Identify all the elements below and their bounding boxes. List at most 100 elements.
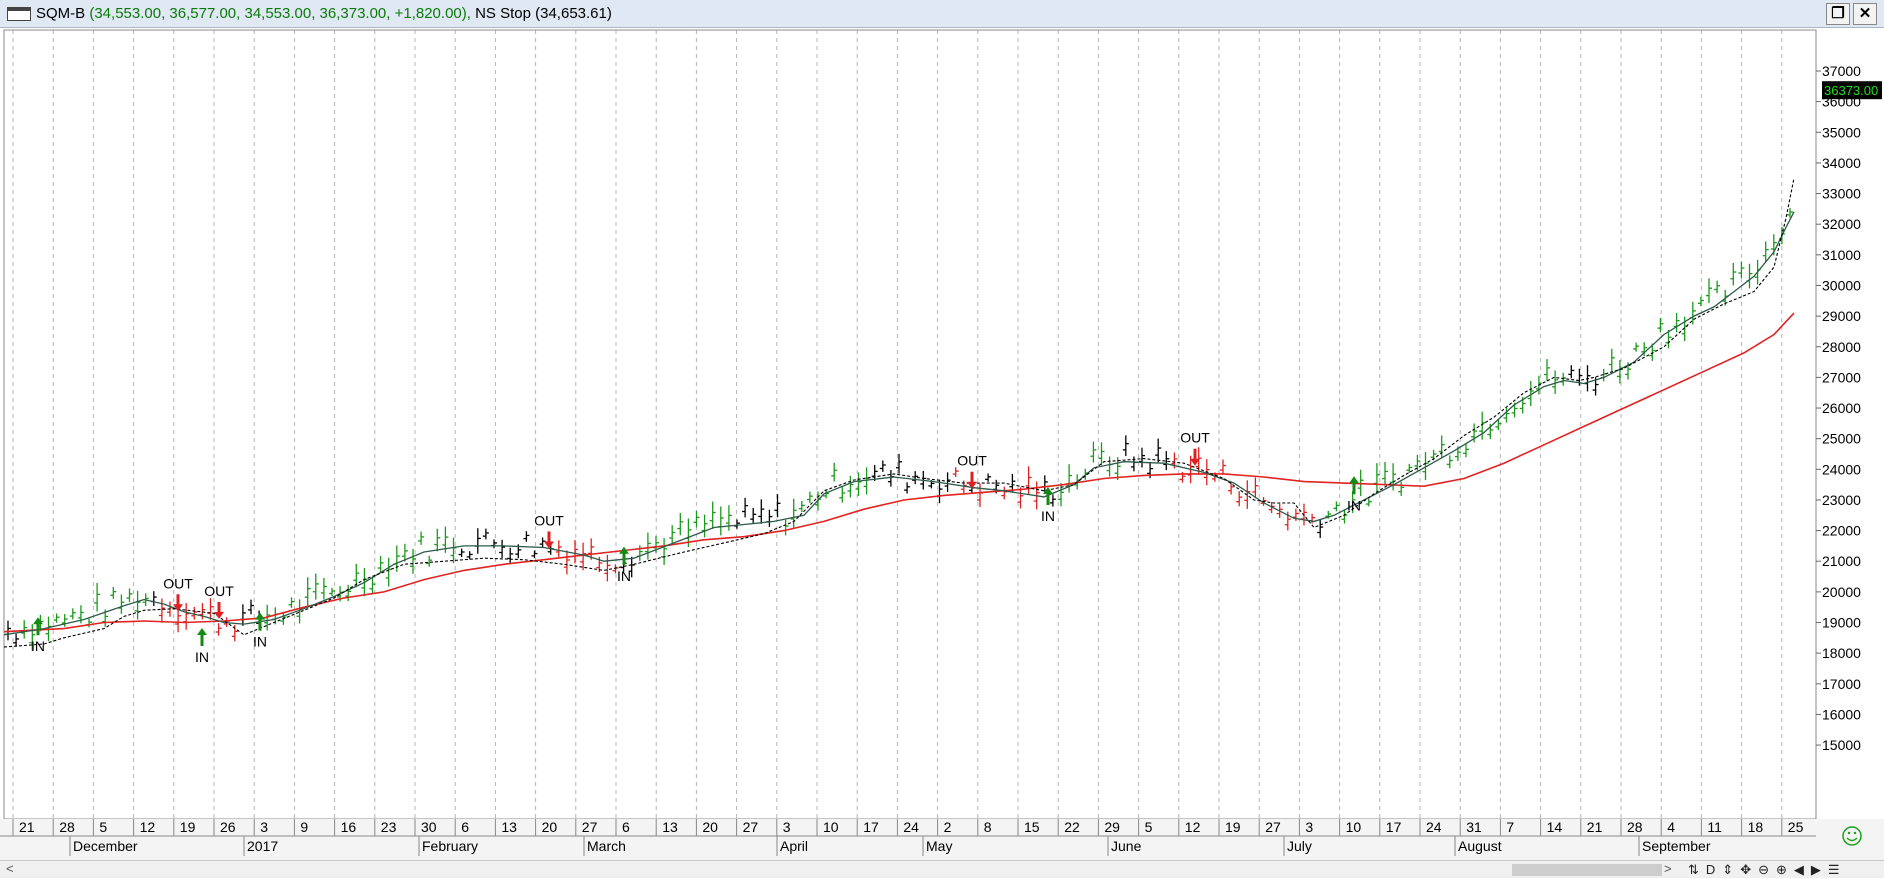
- day-label: 24: [903, 819, 919, 835]
- scroll-left-arrow-icon[interactable]: <: [6, 861, 14, 876]
- price-bar: [1673, 312, 1680, 333]
- price-bar: [855, 472, 862, 497]
- month-label: May: [926, 838, 952, 854]
- sync-icon[interactable]: ⇅: [1688, 861, 1699, 879]
- day-label: 26: [220, 819, 236, 835]
- price-bar: [418, 531, 425, 545]
- price-bar: [1025, 466, 1032, 495]
- price-bar: [1544, 359, 1550, 382]
- zoom-in-icon[interactable]: ⊕: [1776, 861, 1787, 879]
- signal-label: IN: [253, 634, 267, 650]
- day-label: 4: [1667, 819, 1675, 835]
- price-bar: [750, 507, 757, 524]
- nav-right-icon[interactable]: ▶: [1811, 861, 1821, 879]
- price-bar: [555, 540, 562, 557]
- price-bar: [1220, 459, 1226, 475]
- month-label: June: [1111, 838, 1142, 854]
- close-icon[interactable]: ✕: [1853, 3, 1877, 25]
- price-bar: [474, 528, 481, 554]
- day-label: 21: [19, 819, 35, 835]
- day-label: 17: [863, 819, 879, 835]
- price-bar: [158, 598, 165, 623]
- restore-icon[interactable]: ❐: [1826, 3, 1850, 25]
- signal-label: OUT: [1180, 430, 1210, 446]
- day-label: 3: [783, 819, 791, 835]
- price-bar: [774, 494, 781, 518]
- nav-left-icon[interactable]: ◀: [1794, 861, 1804, 879]
- day-label: 20: [542, 819, 558, 835]
- price-bar: [1090, 441, 1097, 463]
- period-d-icon[interactable]: D: [1706, 861, 1715, 879]
- price-bar: [1657, 317, 1664, 333]
- price-chart[interactable]: IN OUT IN OUT IN OUT IN OUT IN OUT IN 15000 16000 17…: [0, 28, 1884, 860]
- title-ohlc: (34,553.00, 36,577.00, 34,553.00, 36,373…: [89, 5, 471, 22]
- price-bar: [393, 545, 400, 572]
- price-bar: [604, 554, 611, 582]
- time-axis: 21 28 5 12 19 26 3 9 16 23 30 6 13 20 27 6 13 20 27 3 10 17 24…: [0, 819, 1884, 860]
- price-bar: [985, 473, 992, 482]
- day-label: 27: [743, 819, 759, 835]
- day-label: 28: [59, 819, 75, 835]
- price-bar: [887, 470, 894, 487]
- price-bars: [5, 208, 1793, 651]
- signal-label: IN: [31, 638, 45, 654]
- plot-frame: [3, 29, 1817, 820]
- price-bar: [782, 519, 789, 536]
- zoom-out-icon[interactable]: ⊖: [1758, 861, 1769, 879]
- price-bar: [239, 604, 246, 626]
- day-label: 13: [501, 819, 517, 835]
- price-bar: [53, 613, 60, 623]
- price-bar: [742, 497, 749, 518]
- day-label: 23: [381, 819, 397, 835]
- price-bar: [69, 608, 76, 620]
- price-bar: [831, 462, 838, 482]
- price-bar: [466, 551, 473, 560]
- price-bar: [1001, 486, 1008, 500]
- price-bar: [288, 597, 295, 608]
- price-bar: [669, 525, 676, 544]
- scrollbar-thumb[interactable]: [1512, 864, 1662, 876]
- price-bar: [1317, 519, 1324, 538]
- price-bar: [1746, 263, 1753, 289]
- price-bar: [1139, 447, 1145, 468]
- price-label: 22000: [1822, 523, 1861, 539]
- price-bar: [207, 598, 214, 620]
- price-label: 17000: [1822, 676, 1861, 692]
- price-bar: [1373, 463, 1380, 493]
- price-bar: [312, 573, 319, 600]
- price-bar: [134, 590, 141, 620]
- title-symbol: SQM-B: [36, 5, 86, 22]
- signal-in: IN: [195, 627, 209, 665]
- move-icon[interactable]: ✥: [1740, 861, 1751, 879]
- day-label: 15: [1024, 819, 1040, 835]
- window-title: SQM-B (34,553.00, 36,577.00, 34,553.00, …: [36, 5, 612, 22]
- settings-icon[interactable]: ☰: [1828, 861, 1840, 879]
- price-label: 37000: [1822, 63, 1861, 79]
- price-bar: [1730, 263, 1737, 286]
- day-label: 9: [300, 819, 308, 835]
- price-bar: [499, 539, 506, 558]
- day-label: 3: [1305, 819, 1313, 835]
- price-bar: [677, 513, 684, 536]
- day-label: 13: [662, 819, 678, 835]
- price-bar: [563, 550, 570, 575]
- price-bar: [1568, 365, 1575, 379]
- horizontal-scrollbar[interactable]: [22, 864, 1662, 875]
- day-label: 2: [944, 819, 952, 835]
- signal-label: OUT: [534, 512, 564, 528]
- price-bar: [1689, 301, 1696, 325]
- up-arrow-head: [197, 627, 207, 635]
- month-label: August: [1458, 838, 1502, 854]
- vertical-resize-icon[interactable]: ⇕: [1722, 861, 1733, 879]
- price-bar: [717, 506, 724, 536]
- month-label: February: [422, 838, 478, 854]
- price-bar: [758, 499, 765, 524]
- price-label: 35000: [1822, 124, 1861, 140]
- scroll-right-arrow-icon[interactable]: >: [1664, 861, 1672, 876]
- smiley-eye: [1847, 831, 1851, 835]
- up-arrow-head: [255, 612, 265, 620]
- day-label: 6: [622, 819, 630, 835]
- signal-in: IN: [1347, 476, 1361, 513]
- day-label: 12: [140, 819, 156, 835]
- month-label: December: [73, 838, 138, 854]
